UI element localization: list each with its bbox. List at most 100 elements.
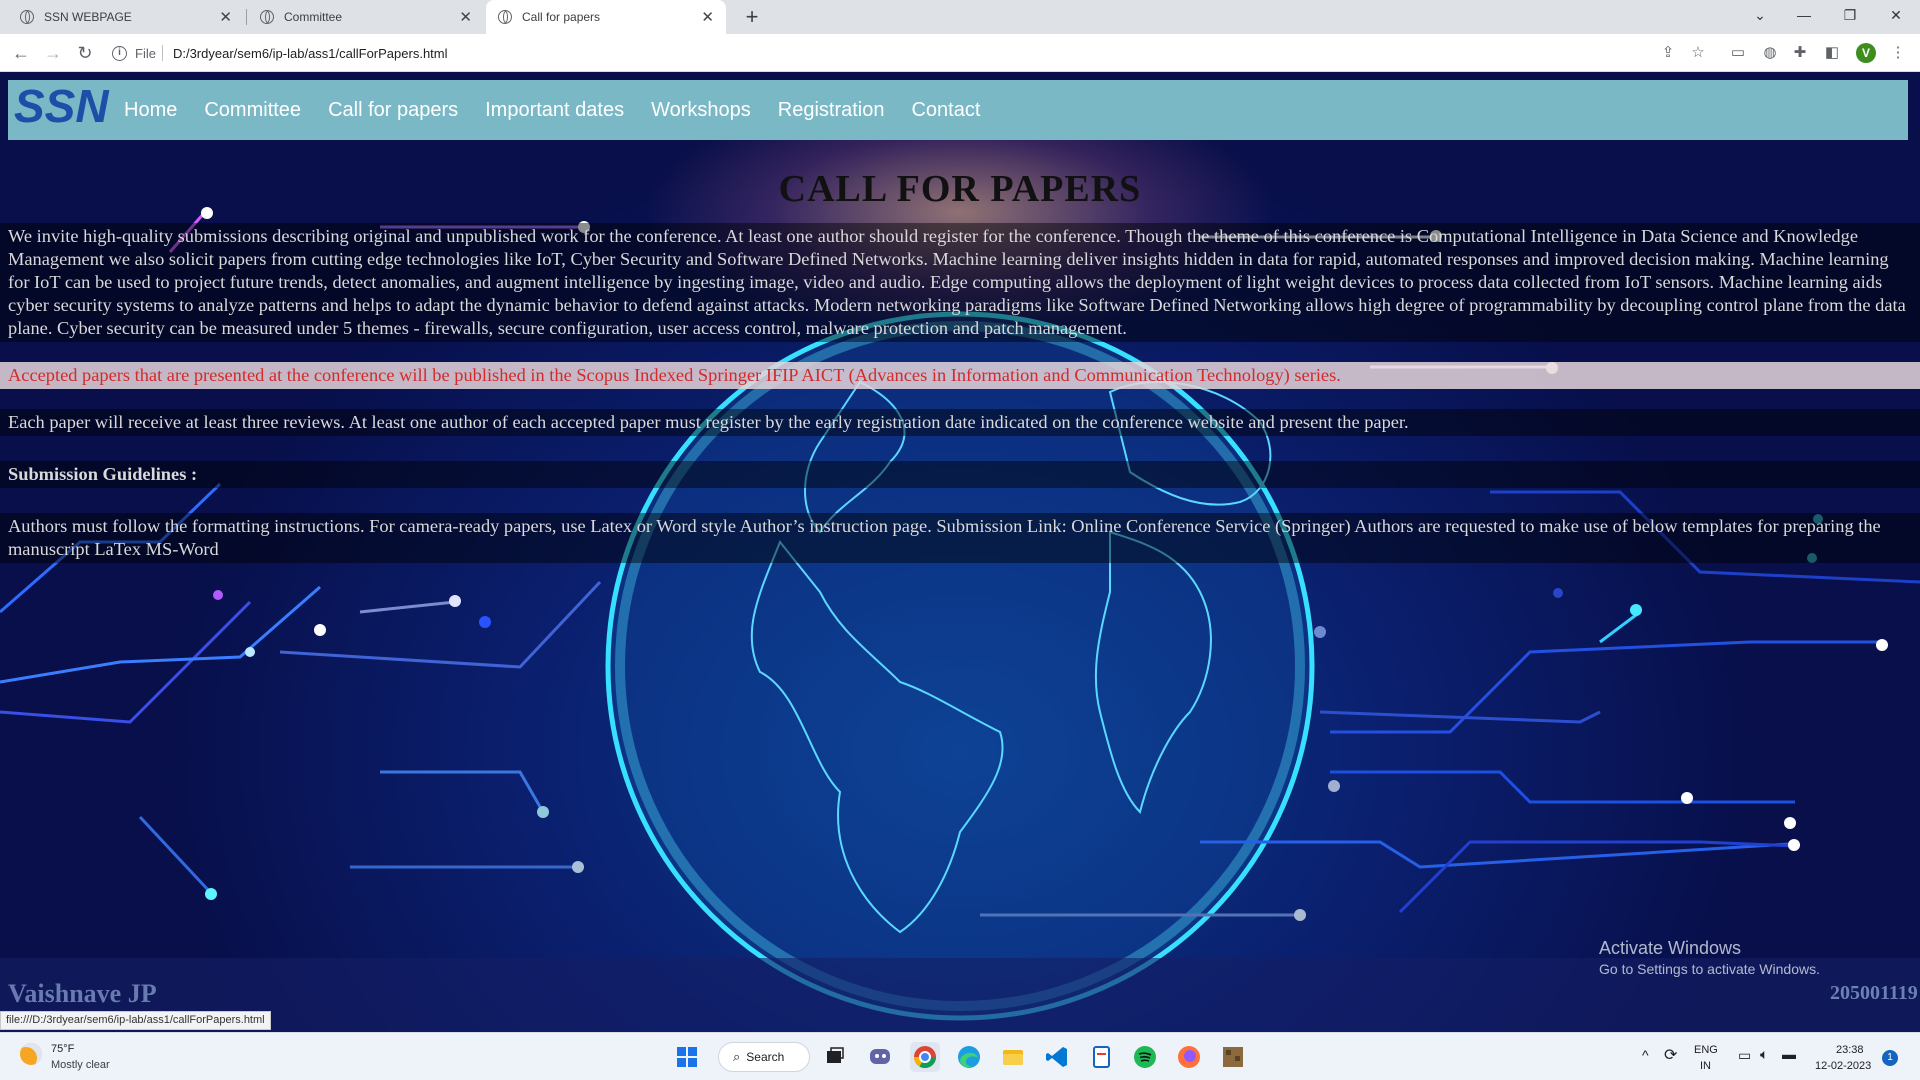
tab-divider (246, 9, 247, 25)
close-icon[interactable]: ✕ (701, 8, 714, 26)
activate-windows-watermark: Activate Windows Go to Settings to activ… (1599, 938, 1820, 977)
minecraft-icon[interactable] (1218, 1042, 1248, 1072)
globe-favicon-icon (20, 10, 34, 24)
restore-icon[interactable]: ❐ (1830, 4, 1870, 26)
circuit-node (1788, 839, 1800, 851)
profile-avatar[interactable]: V (1856, 43, 1876, 63)
color-wheel-extension-icon[interactable]: ◍ (1760, 43, 1780, 63)
weather-description[interactable]: Mostly clear (51, 1059, 110, 1071)
task-view-icon[interactable] (820, 1042, 850, 1072)
chrome-icon[interactable] (910, 1042, 940, 1072)
close-window-icon[interactable]: ✕ (1876, 4, 1916, 26)
globe-favicon-icon (260, 10, 274, 24)
address-scheme: File (135, 45, 156, 61)
weather-moon-icon[interactable] (20, 1043, 42, 1065)
tab-title: SSN WEBPAGE (44, 10, 132, 24)
language-secondary[interactable]: IN (1700, 1060, 1711, 1072)
vscode-icon[interactable] (1042, 1042, 1072, 1072)
edge-icon[interactable] (954, 1042, 984, 1072)
circuit-trace (1599, 610, 1641, 644)
circuit-node (213, 590, 223, 600)
submission-guidelines-heading: Submission Guidelines : (0, 461, 1920, 488)
accepted-papers-notice: Accepted papers that are presented at th… (0, 362, 1920, 389)
battery-icon[interactable]: ▬ (1782, 1046, 1796, 1062)
windows-start-icon[interactable] (672, 1042, 702, 1072)
teams-chat-icon[interactable] (865, 1042, 895, 1072)
address-url[interactable]: D:/3rdyear/sem6/ip-lab/ass1/callForPaper… (173, 46, 448, 61)
side-panel-icon[interactable]: ◧ (1822, 43, 1842, 63)
network-icon[interactable]: ▭ (1738, 1047, 1751, 1064)
address-divider (161, 45, 163, 61)
circuit-node (1876, 639, 1888, 651)
circuit-trace (279, 580, 602, 669)
extension-card-icon[interactable]: ▭ (1728, 43, 1748, 63)
language-primary[interactable]: ENG (1694, 1044, 1718, 1056)
taskbar-search[interactable]: ⌕ Search (718, 1042, 810, 1072)
bookmark-star-icon[interactable]: ☆ (1688, 43, 1708, 63)
circuit-node (1553, 588, 1563, 598)
circuit-trace (0, 585, 321, 684)
sync-icon[interactable]: ⟳ (1664, 1045, 1677, 1065)
weather-temperature[interactable]: 75°F (51, 1043, 74, 1055)
circuit-node (1784, 817, 1796, 829)
circuit-trace (1330, 770, 1795, 804)
circuit-trace (1330, 640, 1880, 734)
circuit-trace (1398, 840, 1798, 914)
footer-roll-number: 205001119 (1830, 982, 1918, 1004)
circuit-node (245, 647, 255, 657)
nav-workshops[interactable]: Workshops (651, 99, 751, 122)
info-icon[interactable]: i (112, 45, 127, 61)
circuit-node (572, 861, 584, 873)
tab-ssn-webpage[interactable]: SSN WEBPAGE ✕ (8, 0, 244, 34)
windows-taskbar: 75°F Mostly clear ⌕ Search ^ ⟳ ENG IN ▭ … (0, 1032, 1920, 1080)
forward-arrow-icon[interactable]: → (40, 41, 66, 65)
circuit-node (479, 616, 491, 628)
chevron-up-icon[interactable]: ^ (1642, 1047, 1649, 1063)
site-navbar: SSN Home Committee Call for papers Impor… (8, 80, 1908, 140)
logo-wordmark: SSN (14, 82, 109, 130)
nav-links: Home Committee Call for papers Important… (124, 80, 1007, 140)
kebab-menu-icon[interactable]: ⋮ (1888, 43, 1908, 63)
minimize-icon[interactable]: — (1784, 4, 1824, 26)
circuit-node (1314, 626, 1326, 638)
circuit-trace (380, 770, 545, 813)
nav-important-dates[interactable]: Important dates (485, 99, 624, 122)
watermark-subtitle: Go to Settings to activate Windows. (1599, 961, 1820, 977)
search-icon: ⌕ (733, 1049, 741, 1064)
browser-toolbar: ← → ↻ i File D:/3rdyear/sem6/ip-lab/ass1… (0, 34, 1920, 72)
puzzle-extensions-icon[interactable]: ✚ (1790, 43, 1810, 63)
circuit-node (314, 624, 326, 636)
nav-committee[interactable]: Committee (204, 99, 301, 122)
nav-home[interactable]: Home (124, 99, 177, 122)
notepad-icon[interactable] (1086, 1042, 1116, 1072)
clock-date[interactable]: 12-02-2023 (1815, 1060, 1871, 1072)
chevron-down-icon[interactable]: ⌄ (1740, 4, 1780, 26)
spotify-icon[interactable] (1130, 1042, 1160, 1072)
back-arrow-icon[interactable]: ← (8, 41, 34, 65)
tab-call-for-papers[interactable]: Call for papers ✕ (486, 0, 726, 34)
reviews-paragraph: Each paper will receive at least three r… (0, 409, 1920, 436)
circuit-node (1681, 792, 1693, 804)
firefox-icon[interactable] (1174, 1042, 1204, 1072)
circuit-node (449, 595, 461, 607)
circuit-node (537, 806, 549, 818)
share-icon[interactable]: ⇪ (1658, 43, 1678, 63)
ssn-logo[interactable]: SSN (12, 82, 112, 130)
reload-icon[interactable]: ↻ (72, 41, 98, 65)
circuit-trace (138, 815, 212, 894)
close-icon[interactable]: ✕ (219, 8, 232, 26)
file-explorer-icon[interactable] (998, 1042, 1028, 1072)
volume-icon[interactable]: 🔈︎ (1760, 1046, 1768, 1063)
search-label: Search (746, 1050, 785, 1064)
circuit-node (1294, 909, 1306, 921)
nav-contact[interactable]: Contact (911, 99, 980, 122)
plus-icon[interactable]: + (738, 4, 766, 30)
clock-time[interactable]: 23:38 (1836, 1044, 1864, 1056)
close-icon[interactable]: ✕ (459, 8, 472, 26)
nav-registration[interactable]: Registration (778, 99, 885, 122)
authors-instructions-paragraph: Authors must follow the formatting instr… (0, 513, 1920, 563)
tab-committee[interactable]: Committee ✕ (248, 0, 484, 34)
address-bar[interactable]: i File D:/3rdyear/sem6/ip-lab/ass1/callF… (112, 39, 1652, 67)
nav-call-for-papers[interactable]: Call for papers (328, 99, 458, 122)
notification-badge[interactable]: 1 (1882, 1050, 1898, 1066)
